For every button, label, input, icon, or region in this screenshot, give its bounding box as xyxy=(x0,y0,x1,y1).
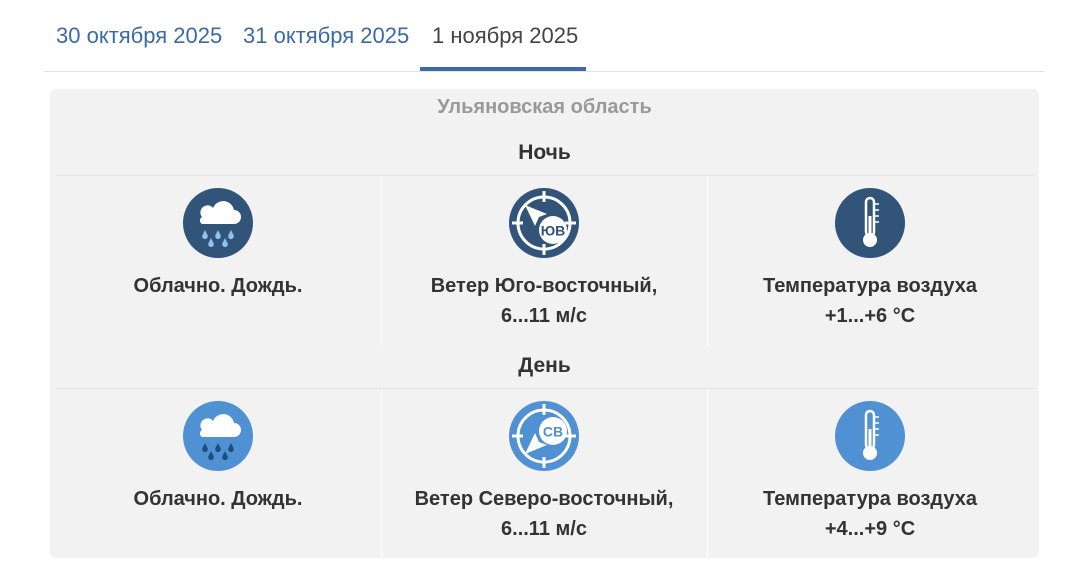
wind-compass-icon: ЮВ xyxy=(509,188,579,258)
temperature-description: Температура воздуха +4...+9 °С xyxy=(763,488,977,540)
wind-direction-abbr: ЮВ xyxy=(541,223,566,239)
period-title-night: Ночь xyxy=(518,141,571,164)
date-tabs: 30 октября 2025 31 октября 2025 1 ноября… xyxy=(44,0,1045,72)
cloud-rain-icon xyxy=(183,401,253,471)
tab-31-october[interactable]: 31 октября 2025 xyxy=(243,22,409,50)
wind-description: Ветер Юго-восточный, 6...11 м/с xyxy=(430,275,658,327)
night-temp-cell: Температура воздуха +1...+6 °С xyxy=(707,176,1033,345)
day-temp-cell: Температура воздуха +4...+9 °С xyxy=(707,389,1033,558)
weather-description: Облачно. Дождь. xyxy=(133,488,303,510)
wind-compass-icon: СВ xyxy=(509,401,579,471)
night-wind-cell: ЮВ Ветер Юго-восточный, 6...11 м/с xyxy=(381,176,707,345)
active-tab-indicator xyxy=(420,67,586,71)
forecast-panel: Ульяновская область Ночь Облачно. Дождь. xyxy=(50,89,1039,558)
thermometer-icon xyxy=(835,401,905,471)
region-title: Ульяновская область xyxy=(437,96,652,118)
period-title-day: День xyxy=(518,354,571,377)
weather-description: Облачно. Дождь. xyxy=(133,275,303,297)
tab-1-november[interactable]: 1 ноября 2025 xyxy=(432,22,578,50)
temperature-description: Температура воздуха +1...+6 °С xyxy=(763,275,977,327)
day-weather-cell: Облачно. Дождь. xyxy=(55,389,381,558)
night-weather-cell: Облачно. Дождь. xyxy=(55,176,381,345)
wind-direction-abbr: СВ xyxy=(543,424,563,440)
day-wind-cell: СВ Ветер Северо-восточный, 6...11 м/с xyxy=(381,389,707,558)
tab-30-october[interactable]: 30 октября 2025 xyxy=(56,22,222,50)
wind-description: Ветер Северо-восточный, 6...11 м/с xyxy=(414,488,674,540)
thermometer-icon xyxy=(835,188,905,258)
cloud-rain-icon xyxy=(183,188,253,258)
